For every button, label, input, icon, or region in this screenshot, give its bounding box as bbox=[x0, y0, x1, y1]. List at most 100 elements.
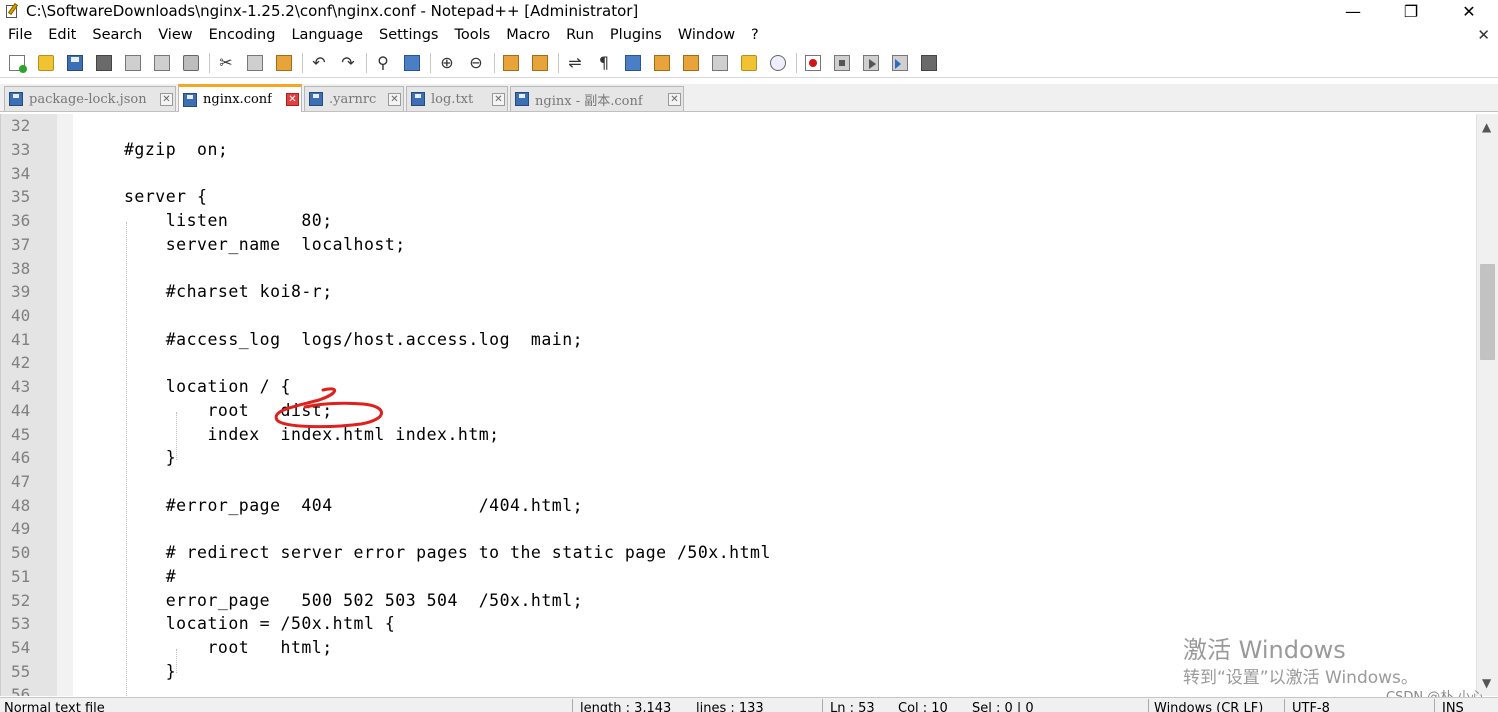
stop-macro-button[interactable] bbox=[831, 52, 853, 74]
run-macro-multiple-button[interactable] bbox=[889, 52, 911, 74]
scrollbar-thumb[interactable] bbox=[1480, 264, 1495, 360]
code-text[interactable]: error_page 500 502 503 504 /50x.html; bbox=[124, 589, 583, 613]
code-text[interactable]: listen 80; bbox=[124, 209, 333, 233]
window-controls: — ❐ ✕ bbox=[1324, 0, 1498, 22]
replace-button[interactable] bbox=[401, 52, 423, 74]
sync-horizontal-button[interactable] bbox=[529, 52, 551, 74]
save-all-button[interactable] bbox=[93, 52, 115, 74]
tab-package-lock-json[interactable]: package-lock.json ✕ bbox=[4, 86, 176, 111]
menu-run[interactable]: Run bbox=[558, 27, 602, 43]
code-text[interactable]: #error_page 404 /404.html; bbox=[124, 494, 583, 518]
tab-close-icon[interactable]: ✕ bbox=[160, 93, 173, 106]
menu-macro[interactable]: Macro bbox=[498, 27, 558, 43]
scroll-up-icon[interactable]: ▲ bbox=[1482, 120, 1491, 134]
tab-close-icon[interactable]: ✕ bbox=[492, 93, 505, 106]
tab-close-icon[interactable]: ✕ bbox=[668, 93, 681, 106]
play-icon bbox=[863, 54, 879, 71]
menu-window[interactable]: Window bbox=[670, 27, 743, 43]
menu-edit[interactable]: Edit bbox=[40, 27, 84, 43]
play-macro-button[interactable] bbox=[860, 52, 882, 74]
editor-line: 34 bbox=[1, 162, 1476, 186]
cut-button[interactable]: ✂ bbox=[215, 52, 237, 74]
close-window-button[interactable]: ✕ bbox=[1440, 0, 1498, 22]
udl-button[interactable] bbox=[651, 52, 673, 74]
undo-button[interactable]: ↶ bbox=[308, 52, 330, 74]
print-button[interactable] bbox=[180, 52, 202, 74]
tab-close-icon[interactable]: ✕ bbox=[286, 93, 299, 106]
show-all-chars-button[interactable]: ¶ bbox=[593, 52, 615, 74]
tab-close-icon[interactable]: ✕ bbox=[388, 93, 401, 106]
record-macro-button[interactable] bbox=[802, 52, 824, 74]
code-text[interactable]: server { bbox=[124, 185, 207, 209]
notepadpp-app-icon[interactable] bbox=[4, 2, 20, 19]
menu-file[interactable]: File bbox=[0, 27, 40, 43]
menu-help[interactable]: ? bbox=[743, 27, 767, 43]
status-insert-mode[interactable]: INS bbox=[1442, 701, 1464, 712]
menu-search[interactable]: Search bbox=[84, 27, 150, 43]
close-document-icon[interactable]: ✕ bbox=[1477, 26, 1490, 44]
new-file-button[interactable] bbox=[6, 52, 28, 74]
editor-line: 48 #error_page 404 /404.html; bbox=[1, 494, 1476, 518]
minimize-button[interactable]: — bbox=[1324, 0, 1382, 22]
line-number: 50 bbox=[11, 543, 31, 562]
status-separator bbox=[1148, 699, 1149, 712]
indent-guide-button[interactable] bbox=[622, 52, 644, 74]
menu-view[interactable]: View bbox=[150, 27, 200, 43]
status-encoding[interactable]: UTF-8 bbox=[1292, 701, 1330, 712]
code-text[interactable]: } bbox=[124, 660, 176, 684]
paste-button[interactable] bbox=[273, 52, 295, 74]
close-button[interactable] bbox=[122, 52, 144, 74]
code-text[interactable]: server_name localhost; bbox=[124, 233, 406, 257]
save-macro-button[interactable] bbox=[918, 52, 940, 74]
find-button[interactable]: ⚲ bbox=[372, 52, 394, 74]
save-button[interactable] bbox=[64, 52, 86, 74]
menu-language[interactable]: Language bbox=[283, 27, 371, 43]
redo-button[interactable]: ↷ bbox=[337, 52, 359, 74]
line-number: 48 bbox=[11, 496, 31, 515]
copy-button[interactable] bbox=[244, 52, 266, 74]
menu-plugins[interactable]: Plugins bbox=[602, 27, 670, 43]
line-number: 34 bbox=[11, 164, 31, 183]
code-text[interactable]: root dist; bbox=[124, 399, 333, 423]
editor-line: 42 bbox=[1, 351, 1476, 375]
open-file-button[interactable] bbox=[35, 52, 57, 74]
code-text[interactable]: root html; bbox=[124, 636, 333, 660]
menu-settings[interactable]: Settings bbox=[371, 27, 446, 43]
doc-map-button[interactable] bbox=[680, 52, 702, 74]
line-number: 55 bbox=[11, 662, 31, 681]
scroll-down-icon[interactable]: ▼ bbox=[1482, 676, 1491, 690]
record-icon bbox=[805, 54, 821, 71]
line-number: 51 bbox=[11, 567, 31, 586]
function-list-button[interactable] bbox=[709, 52, 731, 74]
tab-yarnrc[interactable]: .yarnrc ✕ bbox=[304, 86, 404, 111]
code-text[interactable]: index index.html index.htm; bbox=[124, 423, 500, 447]
tab-nginx-conf[interactable]: nginx.conf ✕ bbox=[178, 84, 302, 112]
zoom-in-button[interactable]: ⊕ bbox=[436, 52, 458, 74]
code-text[interactable]: } bbox=[124, 446, 176, 470]
tab-log-txt[interactable]: log.txt ✕ bbox=[406, 86, 508, 111]
code-text[interactable]: #charset koi8-r; bbox=[124, 280, 333, 304]
status-eol[interactable]: Windows (CR LF) bbox=[1154, 701, 1263, 712]
code-text[interactable]: location / { bbox=[124, 375, 291, 399]
status-lines: lines : 133 bbox=[696, 701, 764, 712]
tab-nginx-copy-conf[interactable]: nginx - 副本.conf ✕ bbox=[510, 86, 684, 111]
vertical-scrollbar[interactable]: ▲ ▼ bbox=[1476, 114, 1498, 696]
code-text[interactable]: # bbox=[124, 565, 176, 589]
menu-encoding[interactable]: Encoding bbox=[201, 27, 284, 43]
code-text[interactable]: location = /50x.html { bbox=[124, 612, 395, 636]
menu-tools[interactable]: Tools bbox=[446, 27, 498, 43]
sync-vertical-button[interactable] bbox=[500, 52, 522, 74]
code-text[interactable]: #access_log logs/host.access.log main; bbox=[124, 328, 583, 352]
monitoring-button[interactable] bbox=[767, 52, 789, 74]
function-list-icon bbox=[712, 54, 728, 71]
zoom-out-button[interactable]: ⊖ bbox=[465, 52, 487, 74]
close-all-button[interactable] bbox=[151, 52, 173, 74]
tab-label: nginx - 副本.conf bbox=[535, 93, 643, 109]
folder-workspace-button[interactable] bbox=[738, 52, 760, 74]
restore-button[interactable]: ❐ bbox=[1382, 0, 1440, 22]
word-wrap-button[interactable]: ⇌ bbox=[564, 52, 586, 74]
code-text[interactable]: #gzip on; bbox=[124, 138, 228, 162]
text-editor[interactable]: 32 33 #gzip on; 34 35 server { 36 listen 8… bbox=[0, 114, 1476, 696]
status-bar: Normal text file length : 3,143 lines : … bbox=[0, 697, 1498, 712]
code-text[interactable]: # redirect server error pages to the sta… bbox=[124, 541, 771, 565]
